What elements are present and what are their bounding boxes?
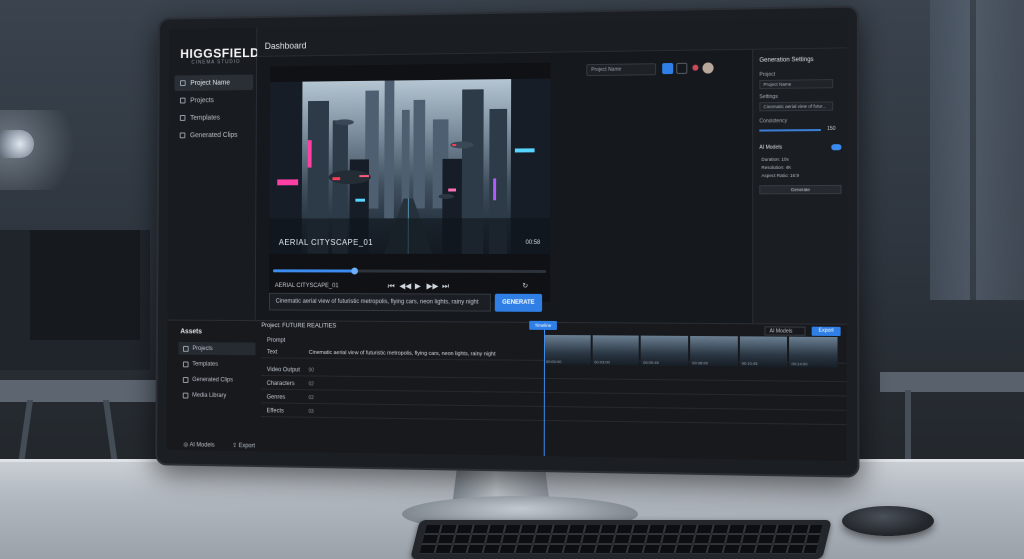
clip-thumbnails: 00:00:00 00:03:00 00:05:45 00:08:00 00:1… <box>543 334 838 368</box>
assets-title: Assets <box>180 328 202 336</box>
cityscape-image <box>269 78 551 254</box>
sidebar-item-label: Project Name <box>190 79 231 87</box>
video-duration: 00:58 <box>525 240 541 246</box>
avatar[interactable] <box>702 62 714 74</box>
scrubber-progress <box>272 269 354 273</box>
skip-back-icon[interactable]: ⏮ <box>388 281 395 291</box>
image-icon <box>182 392 189 399</box>
sidebar-item-label: Templates <box>190 114 221 122</box>
folder-icon <box>180 80 186 87</box>
export-footer-button[interactable]: ⇪ Export <box>232 442 255 449</box>
rewind-icon[interactable]: ◀◀ <box>399 281 411 290</box>
playhead-label: Timeline <box>529 320 557 330</box>
generation-settings-panel: Generation Settings Project Project Name… <box>752 48 847 324</box>
page-title: Dashboard <box>264 40 307 51</box>
ai-models-label: AI Models <box>759 144 783 151</box>
video-frame[interactable]: AERIAL CITYSCAPE_01 00:58 <box>269 78 551 254</box>
sidebar-item-projects[interactable]: Projects <box>174 92 253 108</box>
ai-models-dropdown[interactable]: AI Models <box>764 326 806 336</box>
play-icon[interactable]: ▶ <box>415 282 421 291</box>
sidebar: HIGGSFIELD CINEMA STUDIO Project Name Pr… <box>167 27 260 321</box>
thumbnail[interactable]: 00:03:00 <box>592 335 640 366</box>
video-title: AERIAL CITYSCAPE_01 <box>278 238 374 247</box>
keyboard-keys <box>419 525 823 554</box>
asset-item-templates[interactable]: Templates <box>178 358 255 371</box>
keyboard <box>410 520 832 559</box>
thumbnail[interactable]: 00:05:45 <box>641 335 689 367</box>
panel-title: Generation Settings <box>759 56 814 64</box>
project-label: Project <box>759 71 776 78</box>
project-header: Project: FUTURE REALITIES <box>261 323 337 330</box>
prompt-input[interactable]: Cinematic aerial view of futuristic metr… <box>268 292 491 312</box>
timeline-panel: Assets Projects Templates Generated Clip… <box>166 319 847 462</box>
thumbnail[interactable]: 00:00:00 <box>543 334 591 366</box>
project-select[interactable]: Project Name <box>586 63 657 77</box>
asset-item-generated-clips[interactable]: Generated Clips <box>178 373 255 387</box>
loop-icon[interactable]: ↻ <box>522 282 528 290</box>
film-icon <box>182 376 189 383</box>
kv-resolution: Resolution: 4K <box>761 164 792 171</box>
settings-label: Settings <box>759 93 778 101</box>
sidebar-item-project-name[interactable]: Project Name <box>174 74 254 91</box>
background-desk-left <box>0 380 160 402</box>
ai-models-footer-button[interactable]: ◎ AI Models <box>183 441 214 448</box>
background-window <box>930 0 1024 300</box>
export-button[interactable]: Export <box>811 326 841 337</box>
thumbnail[interactable]: 00:08:00 <box>690 335 738 367</box>
asset-item-projects[interactable]: Projects <box>178 341 256 356</box>
background-desk-right <box>880 372 1024 392</box>
kv-aspect-ratio: Aspect Ratio: 16:9 <box>761 172 800 179</box>
template-icon <box>182 360 189 367</box>
sidebar-item-label: Generated Clips <box>189 131 238 139</box>
grid-icon <box>179 97 186 104</box>
sidebar-item-templates[interactable]: Templates <box>174 109 253 125</box>
consistency-slider[interactable] <box>759 129 821 132</box>
folder-icon <box>183 345 189 352</box>
asset-item-media-library[interactable]: Media Library <box>178 389 255 403</box>
template-icon <box>179 115 186 121</box>
scrubber-handle[interactable] <box>350 267 358 275</box>
mouse <box>842 506 934 536</box>
generate-button[interactable]: GENERATE <box>494 293 543 312</box>
notification-icon[interactable] <box>692 64 699 71</box>
consistency-value: 150 <box>827 125 836 133</box>
consistency-label: Consistency <box>759 118 788 125</box>
clip-name: AERIAL CITYSCAPE_01 <box>274 283 339 290</box>
playhead[interactable] <box>543 326 546 462</box>
monitor: HIGGSFIELD CINEMA STUDIO Project Name Pr… <box>155 5 860 478</box>
film-icon <box>179 132 186 139</box>
skip-forward-icon[interactable]: ⏭ <box>442 282 449 292</box>
sidebar-item-generated-clips[interactable]: Generated Clips <box>174 127 253 143</box>
fast-forward-icon[interactable]: ▶▶ <box>426 282 438 291</box>
video-preview-panel: AERIAL CITYSCAPE_01 00:58 AERIAL CITYSCA… <box>269 62 551 302</box>
background-monitor-dark <box>30 230 140 340</box>
project-field[interactable]: Project Name <box>759 79 834 90</box>
video-scrubber[interactable] <box>272 267 547 275</box>
thumbnail[interactable]: 00:14:00 <box>789 336 838 368</box>
wall-lamp <box>0 130 34 158</box>
shield-icon[interactable] <box>676 62 688 74</box>
screen: HIGGSFIELD CINEMA STUDIO Project Name Pr… <box>166 17 847 462</box>
kv-duration: Duration: 10s <box>761 156 789 162</box>
generate-settings-button[interactable]: Generate <box>759 184 842 195</box>
thumbnail[interactable]: 00:10:45 <box>739 336 788 368</box>
layout-icon[interactable] <box>662 62 674 75</box>
ai-models-toggle[interactable] <box>831 144 842 151</box>
brand-subtitle: CINEMA STUDIO <box>191 59 241 66</box>
settings-field[interactable]: Cinematic aerial view of futur... <box>759 101 834 112</box>
text-track-value: Cinematic aerial view of futuristic metr… <box>308 349 496 357</box>
sidebar-item-label: Projects <box>190 96 214 104</box>
